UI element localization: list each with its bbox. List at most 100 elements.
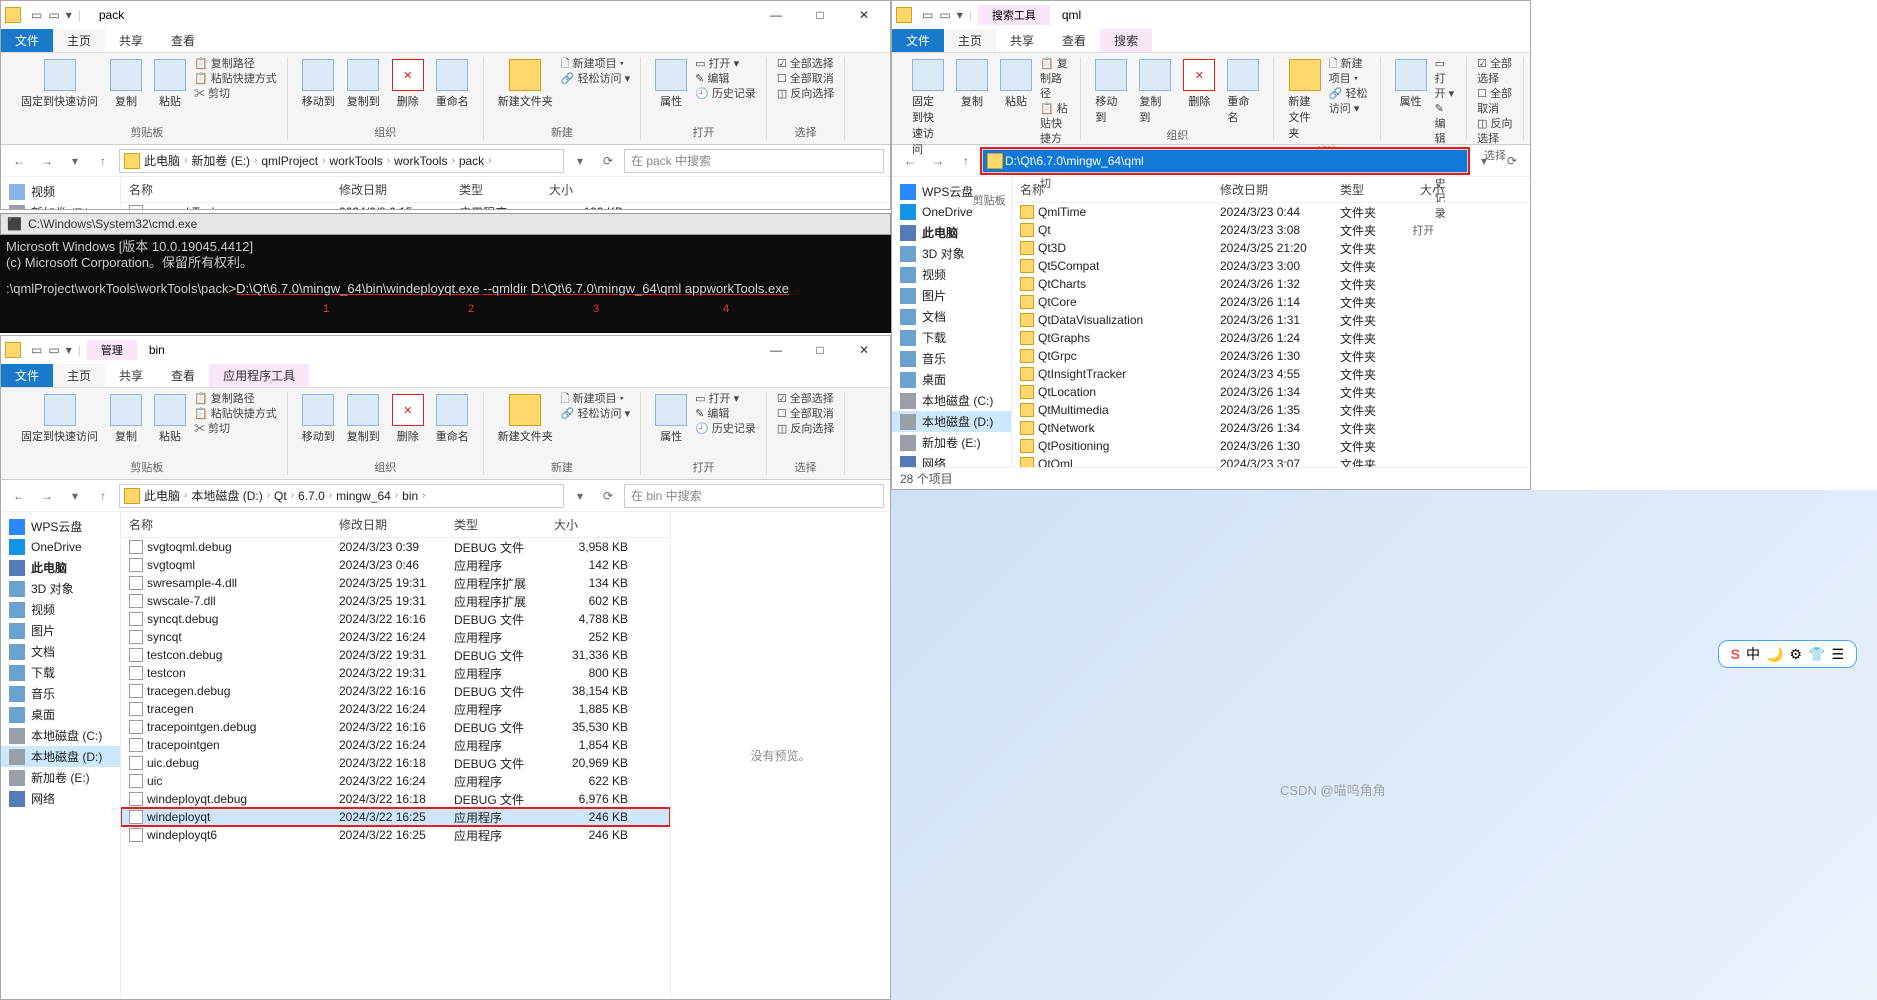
nav-item[interactable]: 3D 对象 [1,578,120,599]
ime-moon-icon[interactable]: 🌙 [1766,646,1783,663]
tab-share[interactable]: 共享 [105,29,157,52]
ime-skin-icon[interactable]: 👕 [1808,646,1825,663]
nav-forward-button[interactable]: → [35,484,59,508]
chevron-right-icon[interactable]: › [254,155,257,166]
file-row[interactable]: windeployqt.debug2024/3/22 16:18DEBUG 文件… [121,790,670,808]
rename-button[interactable]: 重命名 [432,57,473,111]
properties-button[interactable]: 属性 [651,57,691,111]
nav-item[interactable]: 文档 [1,641,120,662]
chevron-right-icon[interactable]: › [387,155,390,166]
selectall-button[interactable]: ☑ 全部选择 [1477,57,1513,87]
nav-item[interactable]: 音乐 [1,683,120,704]
breadcrumb-segment[interactable]: 6.7.0 [296,489,327,503]
chevron-right-icon[interactable]: › [395,490,398,501]
ime-menu-icon[interactable]: ☰ [1831,646,1844,663]
tab-home[interactable]: 主页 [53,364,105,387]
copyto-button[interactable]: 复制到 [343,57,384,111]
nav-item[interactable]: 图片 [892,285,1011,306]
tab-view[interactable]: 查看 [157,29,209,52]
copy-button[interactable]: 复制 [106,57,146,111]
paste-button[interactable]: 粘贴 [996,57,1036,111]
nav-item[interactable]: 视频 [1,181,120,202]
history-button[interactable]: 🕘 历史记录 [695,422,756,437]
file-row[interactable]: testcon2024/3/22 19:31应用程序800 KB [121,664,670,682]
file-row[interactable]: QtInsightTracker2024/3/23 4:55文件夹 [1012,365,1530,383]
qat-icon[interactable]: ▭ [922,8,933,22]
addr-dropdown-icon[interactable]: ▾ [568,484,592,508]
properties-button[interactable]: 属性 [1391,57,1431,111]
copy-path-button[interactable]: 📋 复制路径 [1040,57,1070,102]
qat-dropdown-icon[interactable]: ▾ [66,343,72,357]
chevron-right-icon[interactable]: › [422,490,425,501]
invert-button[interactable]: ◫ 反向选择 [777,422,834,437]
file-row[interactable]: windeployqt2024/3/22 16:25应用程序246 KB [121,808,670,826]
pin-button[interactable]: 固定到快速访问 [17,57,102,111]
maximize-button[interactable]: □ [798,1,842,29]
refresh-button[interactable]: ⟳ [596,484,620,508]
column-headers[interactable]: 名称 修改日期 类型 大小 [121,177,890,203]
file-row[interactable]: Qt3D2024/3/25 21:20文件夹 [1012,239,1530,257]
search-input[interactable]: 在 bin 中搜索 [624,484,884,508]
col-date[interactable]: 修改日期 [1212,177,1332,202]
refresh-button[interactable]: ⟳ [596,149,620,173]
qat-icon[interactable]: ▭ [939,8,950,22]
tab-view[interactable]: 查看 [1048,29,1100,52]
nav-item[interactable]: OneDrive [892,202,1011,222]
easyaccess-button[interactable]: 🔗 轻松访问 ▾ [1329,87,1370,117]
nav-up-button[interactable]: ↑ [91,149,115,173]
minimize-button[interactable]: — [754,336,798,364]
delete-button[interactable]: ✕删除 [1179,57,1219,111]
column-headers[interactable]: 名称 修改日期 类型 大小 [1012,177,1530,203]
nav-item[interactable]: OneDrive [1,537,120,557]
file-row[interactable]: tracegen2024/3/22 16:24应用程序1,885 KB [121,700,670,718]
nav-recent-button[interactable]: ▾ [63,149,87,173]
tab-apptools[interactable]: 应用程序工具 [209,364,309,387]
nav-item[interactable]: 此电脑 [1,557,120,578]
breadcrumb-segment[interactable]: qmlProject [259,154,320,168]
column-headers[interactable]: 名称 修改日期 类型 大小 [121,512,670,538]
address-bar[interactable]: 此电脑›本地磁盘 (D:)›Qt›6.7.0›mingw_64›bin› [119,484,564,508]
file-row[interactable]: svgtoqml2024/3/23 0:46应用程序142 KB [121,556,670,574]
copyto-button[interactable]: 复制到 [1135,57,1175,127]
nav-item[interactable]: 新加卷 (E:) [1,767,120,788]
file-row[interactable]: uic2024/3/22 16:24应用程序622 KB [121,772,670,790]
easyaccess-button[interactable]: 🔗 轻松访问 ▾ [561,407,630,422]
nav-item[interactable]: 本地磁盘 (C:) [892,390,1011,411]
file-row[interactable]: swresample-4.dll2024/3/25 19:31应用程序扩展134… [121,574,670,592]
nav-item[interactable]: 下载 [1,662,120,683]
pin-button[interactable]: 固定到快速访问 [908,57,948,159]
close-button[interactable]: ✕ [842,336,886,364]
qat-newfolder-icon[interactable]: ▭ [48,8,59,22]
copy-button[interactable]: 复制 [952,57,992,111]
breadcrumb-segment[interactable]: pack [457,154,486,168]
nav-recent-button[interactable]: ▾ [63,484,87,508]
file-row[interactable]: swscale-7.dll2024/3/25 19:31应用程序扩展602 KB [121,592,670,610]
nav-item[interactable]: 音乐 [892,348,1011,369]
addr-dropdown-icon[interactable]: ▾ [1472,149,1496,173]
rename-button[interactable]: 重命名 [1223,57,1263,127]
file-row[interactable]: QtGrpc2024/3/26 1:30文件夹 [1012,347,1530,365]
cmd-titlebar[interactable]: ⬛ C:\Windows\System32\cmd.exe [0,213,891,235]
col-type[interactable]: 类型 [446,512,546,537]
newfolder-button[interactable]: 新建文件夹 [1284,57,1324,143]
file-row[interactable]: QtCharts2024/3/26 1:32文件夹 [1012,275,1530,293]
nav-up-button[interactable]: ↑ [954,149,978,173]
address-bar[interactable]: 此电脑›新加卷 (E:)›qmlProject›workTools›workTo… [119,149,564,173]
tab-home[interactable]: 主页 [53,29,105,52]
maximize-button[interactable]: □ [798,336,842,364]
selectnone-button[interactable]: ☐ 全部取消 [777,72,834,87]
nav-item[interactable]: 图片 [1,620,120,641]
breadcrumb-segment[interactable]: 此电脑 [142,152,182,169]
file-row[interactable]: QtPositioning2024/3/26 1:30文件夹 [1012,437,1530,455]
col-name[interactable]: 名称 [121,177,331,202]
breadcrumb-segment[interactable]: mingw_64 [334,489,393,503]
file-row[interactable]: tracepointgen2024/3/22 16:24应用程序1,854 KB [121,736,670,754]
cmd-window[interactable]: ⬛ C:\Windows\System32\cmd.exe Microsoft … [0,213,891,333]
file-row[interactable]: Qt2024/3/23 3:08文件夹 [1012,221,1530,239]
delete-button[interactable]: ✕删除 [388,57,428,111]
nav-item[interactable]: 下载 [892,327,1011,348]
edit-button[interactable]: ✎ 编辑 [1435,102,1456,147]
col-type[interactable]: 类型 [451,177,541,202]
invert-button[interactable]: ◫ 反向选择 [777,87,834,102]
chevron-right-icon[interactable]: › [488,155,491,166]
